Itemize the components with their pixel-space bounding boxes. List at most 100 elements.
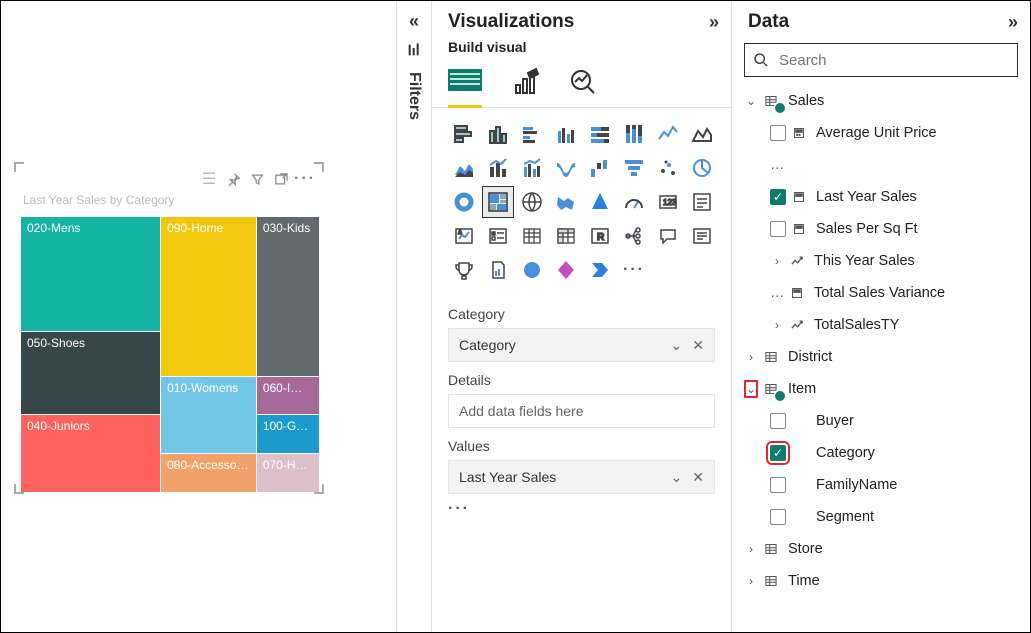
checkbox[interactable] — [770, 221, 786, 237]
viz-type-power-apps[interactable] — [550, 254, 582, 286]
search-input[interactable] — [777, 51, 1009, 70]
checkbox[interactable] — [770, 509, 786, 525]
focus-mode-icon[interactable] — [273, 171, 289, 187]
field-avg-unit-price[interactable]: Average Unit Price — [740, 117, 1026, 149]
checkbox[interactable] — [770, 125, 786, 141]
remove-field-icon[interactable]: ✕ — [692, 337, 704, 354]
collapse-visualizations-icon[interactable]: » — [709, 12, 719, 33]
well-details[interactable]: Add data fields here — [448, 394, 715, 428]
tab-format-visual[interactable] — [510, 67, 540, 107]
field-more-row[interactable]: … — [740, 149, 1026, 181]
viz-type-line[interactable] — [652, 118, 684, 150]
viz-type-clustered-bar[interactable] — [516, 118, 548, 150]
tab-build-visual[interactable] — [448, 65, 482, 108]
chevron-down-icon[interactable]: ⌄ — [671, 337, 683, 354]
remove-field-icon[interactable]: ✕ — [692, 469, 704, 486]
field-sales-per-sq-ft[interactable]: Sales Per Sq Ft — [740, 213, 1026, 245]
tab-analytics[interactable] — [568, 67, 598, 107]
chevron-right-icon[interactable]: › — [744, 574, 758, 588]
field-total-sales-variance[interactable]: … Total Sales Variance — [740, 277, 1026, 309]
filters-pane-collapsed[interactable]: « Filters — [396, 1, 432, 632]
viz-type-clustered-column[interactable] — [550, 118, 582, 150]
treemap-cell-intimate[interactable]: 060-I… — [257, 377, 319, 415]
viz-type-stacked-bar[interactable] — [448, 118, 480, 150]
checkbox[interactable]: ✓ — [770, 189, 786, 205]
resize-handle-tl[interactable] — [14, 162, 24, 172]
chevron-down-icon[interactable]: ⌄ — [744, 94, 758, 108]
resize-handle-tr[interactable] — [314, 162, 324, 172]
viz-type-arcgis[interactable] — [516, 254, 548, 286]
viz-type-qa[interactable] — [652, 220, 684, 252]
treemap-cell-hosiery[interactable]: 070-H… — [257, 454, 319, 492]
viz-type-line-stacked-column[interactable] — [482, 152, 514, 184]
viz-type-paginated[interactable] — [482, 254, 514, 286]
viz-type-slicer[interactable] — [482, 220, 514, 252]
field-total-sales-ty[interactable]: › TotalSalesTY — [740, 309, 1026, 341]
field-last-year-sales[interactable]: ✓ Last Year Sales — [740, 181, 1026, 213]
viz-type-funnel[interactable] — [618, 152, 650, 184]
field-category[interactable]: ✓ Category — [740, 437, 1026, 469]
table-store[interactable]: › Store — [740, 533, 1026, 565]
viz-type-waterfall[interactable] — [584, 152, 616, 184]
viz-type-kpi[interactable]: Δ — [448, 220, 480, 252]
well-category[interactable]: Category ⌄ ✕ — [448, 328, 715, 362]
field-segment[interactable]: Segment — [740, 501, 1026, 533]
viz-type-map[interactable] — [516, 186, 548, 218]
chevron-right-icon[interactable]: › — [744, 350, 758, 364]
viz-type-stacked-column[interactable] — [482, 118, 514, 150]
treemap-cell-accessories[interactable]: 080-Accesso… — [161, 454, 256, 492]
field-this-year-sales[interactable]: › This Year Sales — [740, 245, 1026, 277]
treemap-cell-kids[interactable]: 030-Kids — [257, 217, 319, 376]
filter-icon[interactable] — [249, 171, 265, 187]
more-options-icon[interactable]: ··· — [297, 171, 313, 187]
chevron-down-icon[interactable]: ⌄ — [744, 380, 758, 398]
collapse-data-icon[interactable]: » — [1008, 12, 1018, 33]
treemap-cell-shoes[interactable]: 050-Shoes — [21, 332, 160, 414]
treemap-cell-group[interactable]: 100-G… — [257, 415, 319, 453]
viz-get-more-visuals[interactable]: ··· — [618, 254, 650, 286]
treemap-cell-juniors[interactable]: 040-Juniors — [21, 415, 160, 492]
viz-type-ribbon[interactable] — [550, 152, 582, 184]
treemap-cell-womens[interactable]: 010-Womens — [161, 377, 256, 454]
viz-type-matrix[interactable] — [550, 220, 582, 252]
table-time[interactable]: › Time — [740, 565, 1026, 597]
viz-type-100-stacked-column[interactable] — [618, 118, 650, 150]
viz-type-line-clustered-column[interactable] — [516, 152, 548, 184]
chevron-down-icon[interactable]: ⌄ — [671, 469, 683, 486]
viz-type-treemap[interactable] — [482, 186, 514, 218]
viz-type-narrative[interactable] — [686, 220, 718, 252]
viz-type-area[interactable] — [686, 118, 718, 150]
treemap-cell-home[interactable]: 090-Home — [161, 217, 256, 376]
viz-type-card[interactable]: 123 — [652, 186, 684, 218]
drag-handle-icon[interactable]: ☰ — [201, 171, 217, 187]
viz-type-goals[interactable] — [448, 254, 480, 286]
viz-type-gauge[interactable] — [618, 186, 650, 218]
chevron-right-icon[interactable]: › — [770, 318, 784, 332]
table-district[interactable]: › District — [740, 341, 1026, 373]
report-canvas[interactable]: ☰ ··· Last Year Sales by Category 020-Me… — [1, 1, 396, 632]
viz-type-power-automate[interactable] — [584, 254, 616, 286]
chevron-right-icon[interactable]: › — [770, 254, 784, 268]
viz-type-multi-row-card[interactable] — [686, 186, 718, 218]
viz-type-azure-map[interactable] — [584, 186, 616, 218]
chevron-right-icon[interactable]: › — [744, 542, 758, 556]
treemap-cell-mens[interactable]: 020-Mens — [21, 217, 160, 331]
pin-icon[interactable] — [225, 171, 241, 187]
expand-filters-icon[interactable]: « — [409, 11, 419, 32]
viz-type-filled-map[interactable] — [550, 186, 582, 218]
search-input-wrapper[interactable] — [744, 43, 1018, 77]
treemap-visual[interactable]: ☰ ··· Last Year Sales by Category 020-Me… — [15, 163, 323, 493]
viz-type-100-stacked-bar[interactable] — [584, 118, 616, 150]
viz-type-donut[interactable] — [448, 186, 480, 218]
table-item[interactable]: ⌄ Item — [740, 373, 1026, 405]
checkbox[interactable] — [770, 413, 786, 429]
viz-type-table[interactable] — [516, 220, 548, 252]
viz-type-pie[interactable] — [686, 152, 718, 184]
viz-type-stacked-area[interactable] — [448, 152, 480, 184]
viz-type-scatter[interactable] — [652, 152, 684, 184]
well-values[interactable]: Last Year Sales ⌄ ✕ — [448, 460, 715, 494]
more-options-icon[interactable]: ··· — [432, 494, 731, 524]
checkbox[interactable]: ✓ — [770, 445, 786, 461]
viz-type-r-visual[interactable]: R — [584, 220, 616, 252]
viz-type-decomposition-tree[interactable] — [618, 220, 650, 252]
